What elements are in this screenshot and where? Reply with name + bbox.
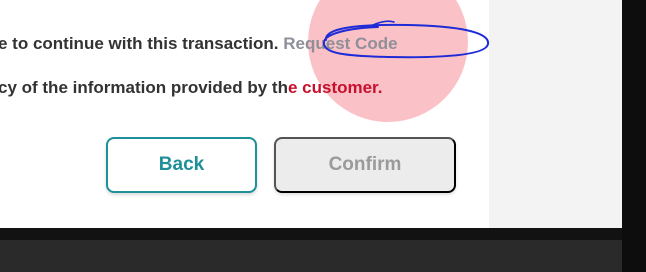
dialog-screen: e to continue with this transaction. Req…	[0, 0, 622, 228]
verification-message-text: e to continue with this transaction.	[0, 34, 279, 53]
monitor-bezel-right	[622, 0, 646, 272]
hand-drawn-circle-annotation	[322, 20, 489, 59]
monitor-base-strip	[0, 240, 622, 272]
back-button[interactable]: Back	[106, 137, 257, 193]
disclaimer-customer-text: e customer.	[287, 78, 383, 97]
confirm-button[interactable]: Confirm	[274, 137, 456, 193]
disclaimer-message: cy of the information provided by the cu…	[0, 78, 382, 98]
side-panel	[489, 0, 622, 228]
disclaimer-text: cy of the information provided by th	[0, 78, 288, 97]
